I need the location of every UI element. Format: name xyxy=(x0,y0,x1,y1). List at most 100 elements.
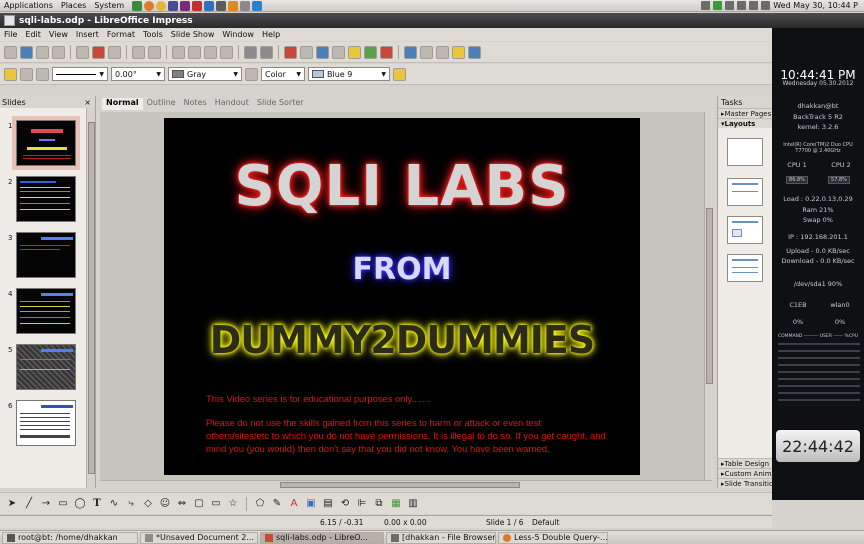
app-launcher-icon[interactable] xyxy=(216,0,227,11)
app-launcher-icon[interactable] xyxy=(180,0,191,11)
tray-icon[interactable] xyxy=(701,1,711,10)
ellipse-icon[interactable]: ◯ xyxy=(74,498,86,510)
stars-icon[interactable]: ☆ xyxy=(227,498,239,510)
slide-thumb-row[interactable]: 2 xyxy=(0,176,86,226)
firefox-launcher-icon[interactable] xyxy=(144,0,155,11)
line-icon[interactable] xyxy=(20,67,33,81)
undo-icon[interactable] xyxy=(244,45,257,59)
redo-icon[interactable] xyxy=(260,45,273,59)
layout-title-two-content[interactable] xyxy=(727,216,763,244)
tab-handout[interactable]: Handout xyxy=(211,98,253,110)
glue-points-icon[interactable]: ✎ xyxy=(271,498,283,510)
callouts-icon[interactable]: ▭ xyxy=(210,498,222,510)
taskbar-item-terminal[interactable]: root@bt: /home/dhakkan xyxy=(2,531,138,544)
slide-thumb-row[interactable]: 6 xyxy=(0,400,86,450)
taskbar-item-file-browser[interactable]: [dhakkan - File Browser] xyxy=(386,531,496,544)
paste-icon[interactable] xyxy=(204,45,217,59)
tray-icon[interactable] xyxy=(761,1,771,10)
tray-icon[interactable] xyxy=(737,1,747,10)
slide-layout-icon[interactable] xyxy=(404,45,417,59)
spellcheck-icon[interactable] xyxy=(132,45,145,59)
slide-thumbnail[interactable] xyxy=(16,344,76,390)
taskbar-item-browser[interactable]: Less-5 Double Query-... xyxy=(498,531,608,544)
window-titlebar[interactable]: sqli-labs.odp - LibreOffice Impress xyxy=(0,13,864,28)
app-launcher-icon[interactable] xyxy=(252,0,263,11)
new-icon[interactable] xyxy=(4,45,17,59)
slide-body-line1[interactable]: This Video series is for educational pur… xyxy=(206,392,606,405)
tray-icon[interactable] xyxy=(725,1,735,10)
chrome-launcher-icon[interactable] xyxy=(156,0,167,11)
block-arrows-icon[interactable]: ⇔ xyxy=(176,498,188,510)
rotate-icon[interactable]: ⟲ xyxy=(339,498,351,510)
scrollbar-thumb[interactable] xyxy=(280,482,520,488)
task-section-slide-transition[interactable]: ▸ Slide Transition xyxy=(718,478,772,488)
line-width-field[interactable]: 0.00° ▼ xyxy=(111,67,165,81)
fill-color-select[interactable]: Blue 9 ▼ xyxy=(308,67,390,81)
layout-title-content[interactable] xyxy=(727,178,763,206)
line-tool-icon[interactable]: ╱ xyxy=(23,498,35,510)
terminal-launcher-icon[interactable] xyxy=(132,0,143,11)
app-launcher-icon[interactable] xyxy=(168,0,179,11)
symbol-shapes-icon[interactable]: ☺ xyxy=(159,498,171,510)
table-icon[interactable] xyxy=(300,45,313,59)
curve-icon[interactable]: ∿ xyxy=(108,498,120,510)
menu-insert[interactable]: Insert xyxy=(72,30,103,39)
save-icon[interactable] xyxy=(36,45,49,59)
slide-from-text[interactable]: FROM xyxy=(164,252,640,287)
task-section-master-pages[interactable]: ▸ Master Pages xyxy=(718,108,772,118)
image-icon[interactable] xyxy=(316,45,329,59)
chart-icon[interactable] xyxy=(284,45,297,59)
edit-vertical-scrollbar[interactable] xyxy=(704,112,713,480)
applications-menu[interactable]: Applications xyxy=(0,1,57,10)
task-section-custom-animation[interactable]: ▸ Custom Animation xyxy=(718,468,772,478)
edit-file-icon[interactable] xyxy=(76,45,89,59)
shadow-toggle-icon[interactable]: ▦ xyxy=(390,498,402,510)
tab-outline[interactable]: Outline xyxy=(143,98,180,110)
pdf-launcher-icon[interactable] xyxy=(192,0,203,11)
line-style-select[interactable]: ▼ xyxy=(52,67,108,81)
slide-thumb-row[interactable]: 1 xyxy=(0,116,86,170)
open-icon[interactable] xyxy=(20,45,33,59)
close-icon[interactable]: × xyxy=(84,98,91,107)
taskbar-item-unsaved-doc[interactable]: *Unsaved Document 2... xyxy=(140,531,258,544)
line-color-select[interactable]: Gray ▼ xyxy=(168,67,242,81)
task-section-layouts[interactable]: ▾ Layouts xyxy=(718,118,772,128)
slide-thumb-row[interactable]: 5 xyxy=(0,344,86,394)
print-icon[interactable] xyxy=(108,45,121,59)
autospell-icon[interactable] xyxy=(148,45,161,59)
slide-thumb-row[interactable]: 3 xyxy=(0,232,86,282)
layout-blank[interactable] xyxy=(727,138,763,166)
cut-icon[interactable] xyxy=(172,45,185,59)
slide-thumbnail[interactable] xyxy=(16,176,76,222)
menu-edit[interactable]: Edit xyxy=(21,30,45,39)
fontwork-icon[interactable] xyxy=(348,45,361,59)
new-slide-icon[interactable] xyxy=(468,45,481,59)
task-section-table-design[interactable]: ▸ Table Design xyxy=(718,458,772,468)
rectangle-icon[interactable]: ▭ xyxy=(57,498,69,510)
area-icon[interactable] xyxy=(245,67,258,81)
system-menu[interactable]: System xyxy=(90,1,128,10)
menu-view[interactable]: View xyxy=(45,30,72,39)
arrange-icon[interactable]: ⧉ xyxy=(373,498,385,510)
movie-icon[interactable] xyxy=(332,45,345,59)
app-launcher-icon[interactable] xyxy=(240,0,251,11)
export-pdf-icon[interactable] xyxy=(92,45,105,59)
slide-body-line2[interactable]: Please do not use the skills gained from… xyxy=(206,416,606,455)
select-arrow-icon[interactable]: ➤ xyxy=(6,498,18,510)
text-tool-icon[interactable]: T xyxy=(91,498,103,510)
from-file-icon[interactable]: ▣ xyxy=(305,498,317,510)
clone-format-icon[interactable] xyxy=(220,45,233,59)
tab-slide-sorter[interactable]: Slide Sorter xyxy=(253,98,308,110)
slide-thumbnail[interactable] xyxy=(16,288,76,334)
connector-icon[interactable]: ⤷ xyxy=(125,498,137,510)
menu-help[interactable]: Help xyxy=(258,30,284,39)
edit-horizontal-scrollbar[interactable] xyxy=(100,480,712,489)
arrow-style-icon[interactable] xyxy=(36,67,49,81)
slide-design-icon[interactable] xyxy=(436,45,449,59)
menu-format[interactable]: Format xyxy=(103,30,139,39)
slide-thumbnail[interactable] xyxy=(16,400,76,446)
email-icon[interactable] xyxy=(52,45,65,59)
slides-scrollbar[interactable] xyxy=(86,108,95,488)
flowchart-icon[interactable]: ▢ xyxy=(193,498,205,510)
navigator-icon[interactable] xyxy=(380,45,393,59)
